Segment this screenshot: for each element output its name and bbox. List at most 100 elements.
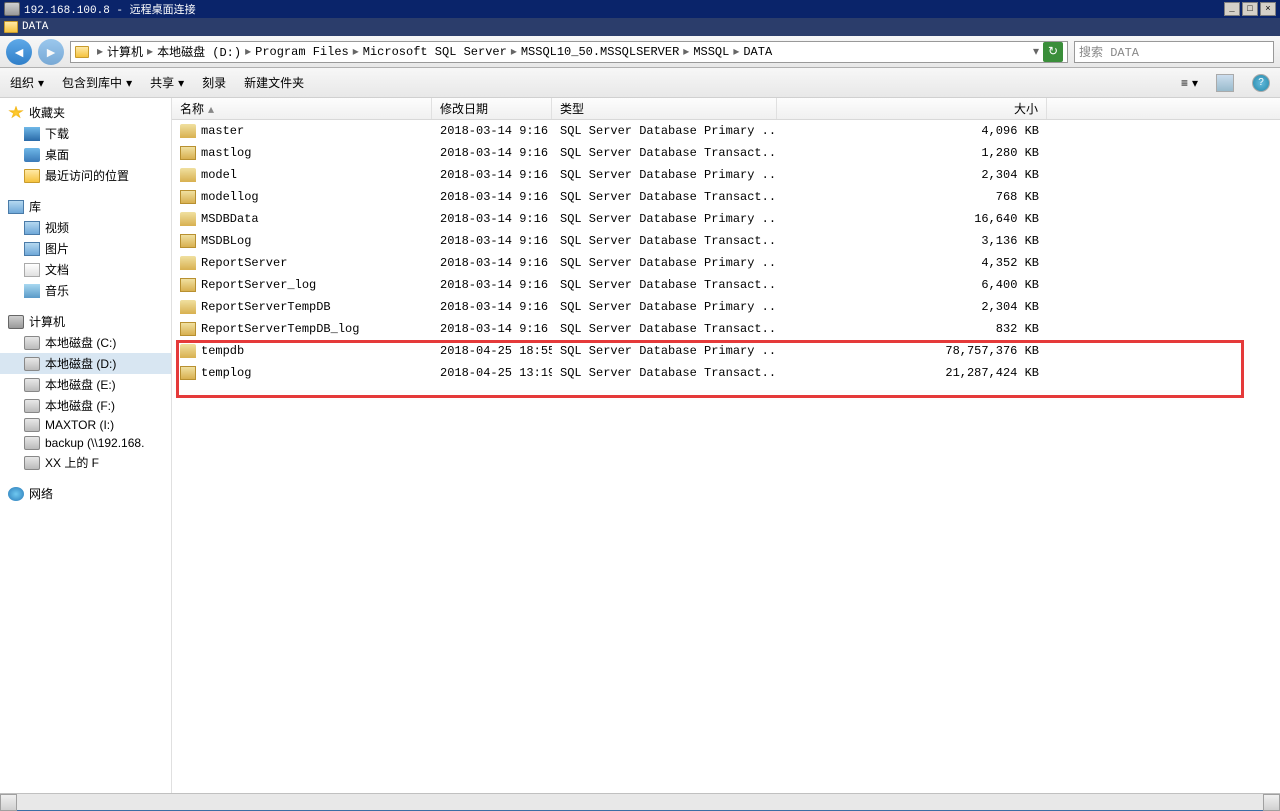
sidebar-item[interactable]: 本地磁盘 (F:) [0,395,171,416]
file-size: 6,400 KB [777,278,1047,292]
sidebar-item[interactable]: 视频 [0,217,171,238]
file-row[interactable]: templog2018-04-25 13:19SQL Server Databa… [172,362,1280,384]
sidebar-network-header[interactable]: 网络 [0,483,171,504]
sidebar-item[interactable]: 下载 [0,123,171,144]
maximize-button[interactable]: □ [1242,2,1258,16]
col-type[interactable]: 类型 [552,98,777,119]
search-placeholder: 搜索 DATA [1079,43,1139,60]
chevron-down-icon: ▾ [126,76,132,90]
file-row[interactable]: mastlog2018-03-14 9:16SQL Server Databas… [172,142,1280,164]
sidebar-computer-header[interactable]: 计算机 [0,311,171,332]
share-button[interactable]: 共享 ▾ [150,74,184,91]
col-size[interactable]: 大小 [777,98,1047,119]
scroll-left-button[interactable] [0,794,17,811]
file-icon [180,256,196,270]
chevron-down-icon: ▾ [1192,76,1198,90]
crumb-1[interactable]: 本地磁盘 (D:) [157,43,241,60]
organize-button[interactable]: 组织 ▾ [10,74,44,91]
file-size: 2,304 KB [777,300,1047,314]
file-row[interactable]: ReportServer_log2018-03-14 9:16SQL Serve… [172,274,1280,296]
sidebar-item-label: 最近访问的位置 [45,167,129,184]
sidebar-item[interactable]: 本地磁盘 (E:) [0,374,171,395]
file-date: 2018-03-14 9:16 [432,212,552,226]
sidebar-item[interactable]: 最近访问的位置 [0,165,171,186]
file-name: ReportServer_log [201,278,316,292]
new-folder-button[interactable]: 新建文件夹 [244,74,304,91]
file-row[interactable]: ReportServerTempDB_log2018-03-14 9:16SQL… [172,318,1280,340]
crumb-2[interactable]: Program Files [255,45,349,59]
sidebar-item-label: XX 上的 F [45,454,99,471]
file-date: 2018-03-14 9:16 [432,190,552,204]
sidebar-favorites-header[interactable]: 收藏夹 [0,102,171,123]
file-size: 3,136 KB [777,234,1047,248]
file-icon [180,146,196,160]
crumb-3[interactable]: Microsoft SQL Server [363,45,507,59]
sidebar-item[interactable]: 文档 [0,259,171,280]
col-name[interactable]: 名称 ▴ [172,98,432,119]
file-row[interactable]: modellog2018-03-14 9:16SQL Server Databa… [172,186,1280,208]
sidebar-item-label: backup (\\192.168. [45,436,144,450]
file-size: 21,287,424 KB [777,366,1047,380]
file-row[interactable]: ReportServer2018-03-14 9:16SQL Server Da… [172,252,1280,274]
minimize-button[interactable]: _ [1224,2,1240,16]
computer-icon [8,315,24,329]
folder-icon [24,169,40,183]
file-name: ReportServerTempDB [201,300,331,314]
breadcrumb[interactable]: ▸ 计算机 ▸ 本地磁盘 (D:) ▸ Program Files ▸ Micr… [70,41,1068,63]
sidebar-item[interactable]: XX 上的 F [0,452,171,473]
sidebar-item-label: MAXTOR (I:) [45,418,114,432]
file-type: SQL Server Database Primary ... [552,168,777,182]
crumb-root[interactable]: 计算机 [107,43,143,60]
file-icon [180,212,196,226]
file-type: SQL Server Database Primary ... [552,124,777,138]
chevron-down-icon: ▾ [178,76,184,90]
file-icon [180,344,196,358]
file-name: master [201,124,244,138]
close-button[interactable]: × [1260,2,1276,16]
scroll-right-button[interactable] [1263,794,1280,811]
folder-icon [75,46,89,58]
sidebar-item[interactable]: 本地磁盘 (D:) [0,353,171,374]
sidebar: 收藏夹 下载桌面最近访问的位置 库 视频图片文档音乐 计算机 本地磁盘 (C:)… [0,98,172,793]
network-icon [8,487,24,501]
crumb-6[interactable]: DATA [743,45,772,59]
file-date: 2018-04-25 18:55 [432,344,552,358]
back-button[interactable]: ◄ [6,39,32,65]
sidebar-item[interactable]: 本地磁盘 (C:) [0,332,171,353]
search-input[interactable]: 搜索 DATA [1074,41,1274,63]
desktop-icon [24,148,40,162]
preview-pane-button[interactable] [1216,74,1234,92]
horizontal-scrollbar[interactable] [0,793,1280,810]
file-date: 2018-03-14 9:16 [432,300,552,314]
file-type: SQL Server Database Transact... [552,190,777,204]
main-area: 收藏夹 下载桌面最近访问的位置 库 视频图片文档音乐 计算机 本地磁盘 (C:)… [0,98,1280,793]
view-options-button[interactable]: ≡ ▾ [1181,76,1198,90]
sidebar-item[interactable]: 图片 [0,238,171,259]
sidebar-item[interactable]: MAXTOR (I:) [0,416,171,434]
file-row[interactable]: MSDBData2018-03-14 9:16SQL Server Databa… [172,208,1280,230]
include-library-button[interactable]: 包含到库中 ▾ [62,74,132,91]
crumb-4[interactable]: MSSQL10_50.MSSQLSERVER [521,45,679,59]
col-date[interactable]: 修改日期 [432,98,552,119]
sidebar-item[interactable]: 音乐 [0,280,171,301]
chevron-down-icon: ▾ [38,76,44,90]
file-row[interactable]: master2018-03-14 9:16SQL Server Database… [172,120,1280,142]
sidebar-item[interactable]: 桌面 [0,144,171,165]
drive-icon [24,436,40,450]
drive-icon [24,418,40,432]
sidebar-libraries-header[interactable]: 库 [0,196,171,217]
sidebar-item[interactable]: backup (\\192.168. [0,434,171,452]
forward-button[interactable]: ► [38,39,64,65]
refresh-button[interactable]: ↻ [1043,42,1063,62]
file-row[interactable]: ReportServerTempDB2018-03-14 9:16SQL Ser… [172,296,1280,318]
breadcrumb-dropdown-icon[interactable]: ▾ [1033,44,1039,59]
sidebar-item-label: 本地磁盘 (F:) [45,397,115,414]
file-type: SQL Server Database Primary ... [552,344,777,358]
help-button[interactable]: ? [1252,74,1270,92]
file-row[interactable]: MSDBLog2018-03-14 9:16SQL Server Databas… [172,230,1280,252]
burn-button[interactable]: 刻录 [202,74,226,91]
crumb-5[interactable]: MSSQL [693,45,729,59]
file-row[interactable]: model2018-03-14 9:16SQL Server Database … [172,164,1280,186]
file-row[interactable]: tempdb2018-04-25 18:55SQL Server Databas… [172,340,1280,362]
file-date: 2018-03-14 9:16 [432,278,552,292]
